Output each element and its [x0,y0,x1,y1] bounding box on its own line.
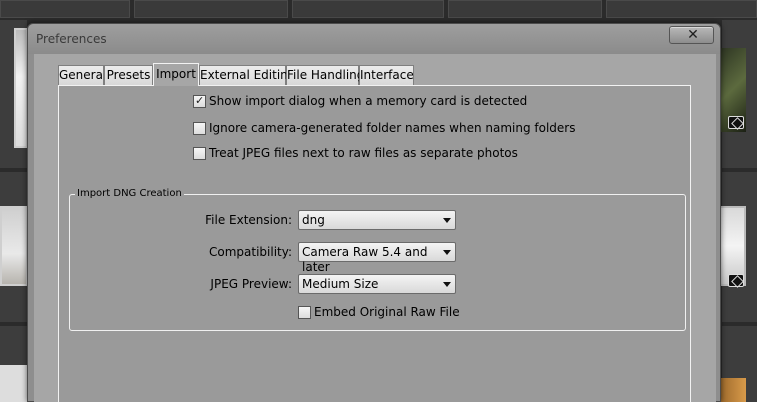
chevron-down-icon [443,218,451,223]
group-legend: Import DNG Creation [75,187,184,200]
import-tab-page: Show import dialog when a memory card is… [58,85,691,402]
ignore-folder-names-label: Ignore camera-generated folder names whe… [209,121,576,135]
tab-general[interactable]: General [58,65,106,85]
import-dng-creation-group: Import DNG Creation File Extension: dng … [69,187,686,331]
compatibility-label: Compatibility: [208,245,292,259]
tab-import[interactable]: Import [153,63,199,86]
embed-raw-checkbox[interactable] [298,306,311,319]
jpeg-preview-label: JPEG Preview: [210,277,292,291]
chevron-down-icon [443,282,451,287]
close-button[interactable]: ✕ [669,26,714,44]
dialog-client-area: General Presets Import External Editing … [34,54,716,402]
show-import-dialog-label: Show import dialog when a memory card is… [209,94,528,108]
photo-thumbnail[interactable] [14,28,28,148]
treat-jpeg-separate-checkbox[interactable] [193,147,206,160]
jpeg-preview-value: Medium Size [302,277,379,291]
title-bar[interactable]: Preferences ✕ [28,24,720,54]
preferences-dialog: Preferences ✕ General Presets Import Ext… [27,23,721,402]
tag-badge-icon[interactable] [728,116,744,129]
embed-raw-label: Embed Original Raw File [314,305,460,319]
dialog-title: Preferences [36,32,107,46]
photo-thumbnail[interactable] [0,365,28,402]
compatibility-select[interactable]: Camera Raw 5.4 and later [298,242,456,274]
grid-cell [134,0,288,18]
grid-cell [0,0,130,18]
grid-cell [448,0,602,18]
tab-interface[interactable]: Interface [359,65,414,85]
close-icon: ✕ [687,27,699,43]
tag-badge-icon[interactable] [728,274,744,287]
jpeg-preview-select[interactable]: Medium Size [298,274,456,294]
tab-external-editing[interactable]: External Editing [199,65,295,85]
file-extension-value: dng [302,213,325,227]
chevron-down-icon [443,250,451,255]
treat-jpeg-separate-label: Treat JPEG files next to raw files as se… [209,146,518,160]
photo-thumbnail[interactable] [0,206,28,286]
file-extension-label: File Extension: [205,213,292,227]
grid-cell [606,0,757,18]
tab-presets[interactable]: Presets [104,65,153,85]
file-extension-select[interactable]: dng [298,210,456,230]
compatibility-value: Camera Raw 5.4 and later [302,245,428,274]
tab-file-handling[interactable]: File Handling [286,65,364,85]
grid-cell [292,0,444,18]
show-import-dialog-checkbox[interactable] [193,94,206,108]
ignore-folder-names-checkbox[interactable] [193,122,206,135]
